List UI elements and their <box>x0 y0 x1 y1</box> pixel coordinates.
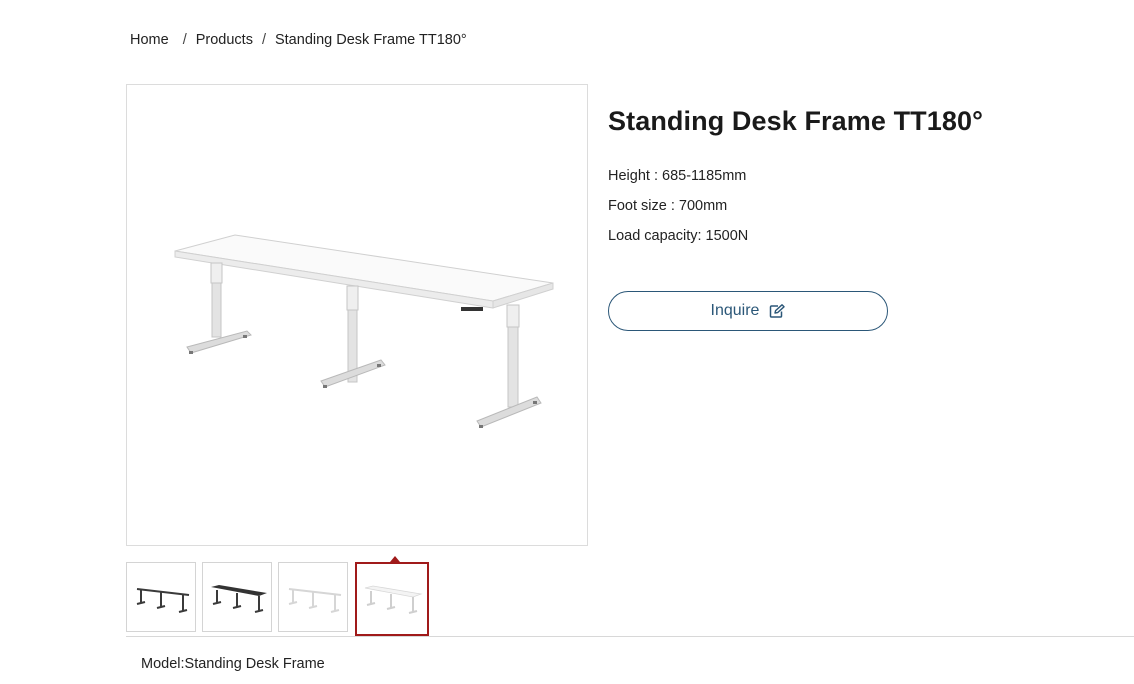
section-divider <box>126 636 1134 637</box>
model-line: Model:Standing Desk Frame <box>141 656 325 672</box>
spec-height: Height : 685-1185mm <box>608 168 747 184</box>
product-main-image[interactable] <box>126 84 588 546</box>
thumbnail-white-desk[interactable] <box>355 562 429 636</box>
thumbnail-black-frame[interactable] <box>126 562 196 632</box>
spec-load-capacity: Load capacity: 1500N <box>608 228 749 244</box>
product-specs: Height : 685-1185mm Foot size : 700mm Lo… <box>608 166 748 256</box>
thumb-image <box>288 588 342 613</box>
desk-illustration <box>174 234 554 428</box>
thumbnail-black-desk[interactable] <box>202 562 272 632</box>
breadcrumb-current: Standing Desk Frame TT180° <box>274 32 467 48</box>
inquire-button[interactable]: Inquire <box>608 291 888 331</box>
edit-icon <box>769 304 786 318</box>
breadcrumb-separator: / <box>261 32 266 48</box>
spec-foot-size: Foot size : 700mm <box>608 198 728 214</box>
thumbnail-white-frame[interactable] <box>278 562 348 632</box>
inquire-button-label: Inquire <box>710 302 760 319</box>
thumb-image <box>364 585 423 614</box>
breadcrumb-separator: / <box>182 32 187 48</box>
breadcrumb-home[interactable]: Home <box>130 32 169 48</box>
breadcrumb-products[interactable]: Products <box>196 32 253 48</box>
product-page: Home / Products / Standing Desk Frame TT… <box>0 0 1134 684</box>
thumb-image <box>136 588 190 613</box>
product-title: Standing Desk Frame TT180° <box>608 106 984 136</box>
thumb-image <box>211 585 267 613</box>
breadcrumb: Home / Products / Standing Desk Frame TT… <box>130 32 467 48</box>
